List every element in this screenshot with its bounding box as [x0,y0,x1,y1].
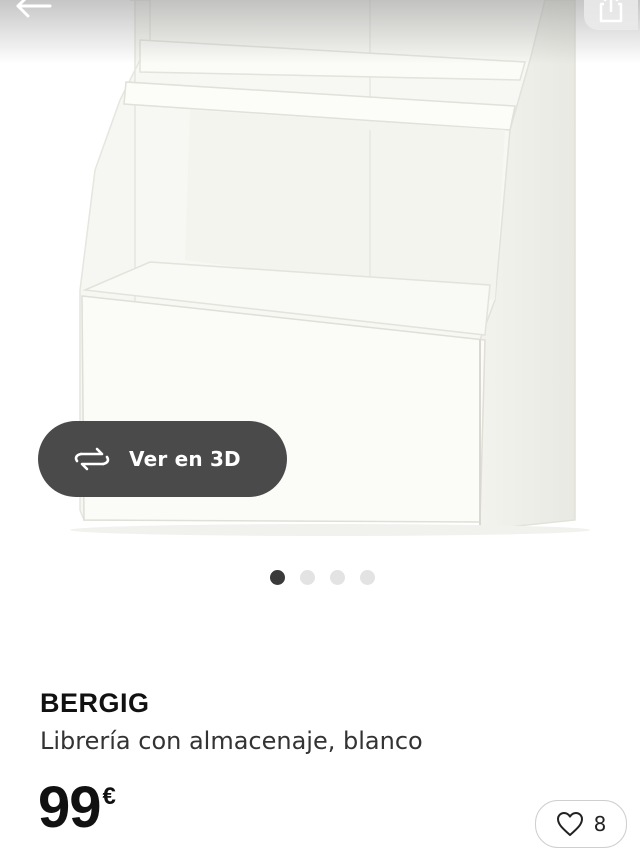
favorite-button[interactable]: 8 [535,800,627,848]
share-button[interactable] [584,0,638,30]
carousel-dots [270,569,390,585]
top-gradient-overlay [0,0,640,64]
carousel-dot-2[interactable] [300,569,315,585]
bookcase-illustration [70,0,590,536]
product-image[interactable] [0,0,640,600]
carousel-dot-1[interactable] [270,569,285,585]
carousel-dot-3[interactable] [330,569,345,585]
price-amount: 99 [38,775,102,840]
carousel-dot-4[interactable] [360,569,375,585]
product-price: 99 € [38,776,116,840]
product-page: Ver en 3D BERGIG Librería con almacenaje… [0,0,640,860]
view-in-3d-label: Ver en 3D [129,447,241,471]
view-in-3d-button[interactable]: Ver en 3D [38,421,287,497]
price-currency: € [102,783,116,810]
arrow-left-icon [16,0,52,18]
heart-icon [556,812,583,836]
share-icon [599,0,623,23]
favorite-count: 8 [593,812,607,836]
product-description: Librería con almacenaje, blanco [40,727,423,755]
rotate-3d-icon [72,444,112,474]
product-name: BERGIG [40,688,150,718]
back-button[interactable] [10,0,58,26]
